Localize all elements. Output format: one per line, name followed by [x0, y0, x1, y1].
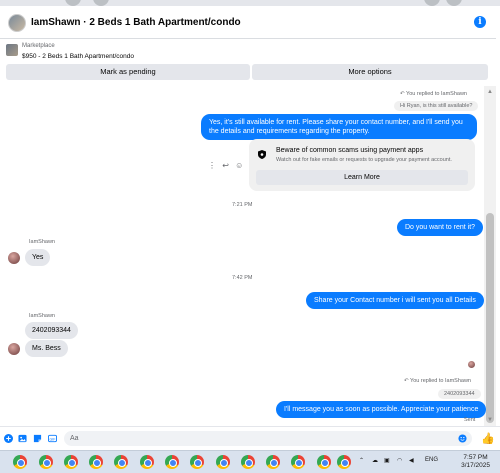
avatar[interactable] [8, 343, 20, 355]
timestamp: 7:42 PM [232, 275, 253, 281]
scam-warning-title: Beware of common scams using payment app… [276, 147, 424, 154]
more-options-button[interactable]: More options [252, 64, 488, 80]
scam-warning-description: Watch out for fake emails or requests to… [276, 157, 452, 163]
incoming-message[interactable]: Ms. Bess [25, 340, 68, 357]
chrome-icon[interactable] [165, 455, 179, 469]
chrome-icon[interactable] [241, 455, 255, 469]
learn-more-button[interactable]: Learn More [256, 170, 468, 185]
chrome-icon[interactable] [337, 455, 351, 469]
clock-time: 7:57 PM [463, 454, 488, 461]
plus-circle-icon[interactable] [4, 434, 13, 443]
info-icon[interactable]: i [474, 16, 486, 28]
seen-avatar [468, 361, 475, 368]
gif-icon[interactable]: GIF [48, 434, 57, 443]
chrome-icon[interactable] [317, 455, 331, 469]
chrome-icon[interactable] [190, 455, 204, 469]
mark-pending-button[interactable]: Mark as pending [6, 64, 250, 80]
chrome-icon[interactable] [140, 455, 154, 469]
message-composer: GIF Aa 👍 [0, 426, 500, 450]
sender-name: IamShawn [29, 239, 55, 245]
reply-indicator: ↶ You replied to IamShawn [400, 91, 467, 97]
listing-source: Marketplace [22, 43, 55, 49]
cloud-icon[interactable]: ☁ [372, 457, 378, 464]
listing-title[interactable]: $950 - 2 Beds 1 Bath Apartment/condo [22, 53, 134, 60]
emoji-react-icon[interactable]: ☺ [235, 161, 243, 170]
scrollbar-thumb[interactable] [486, 213, 494, 423]
conversation-header: IamShawn · 2 Beds 1 Bath Apartment/condo… [0, 6, 496, 39]
chrome-icon[interactable] [64, 455, 78, 469]
chrome-icon[interactable] [13, 455, 27, 469]
scroll-down-icon[interactable]: ▼ [486, 416, 494, 424]
chrome-icon[interactable] [216, 455, 230, 469]
incoming-message[interactable]: 2402093344 [25, 322, 78, 339]
speaker-icon[interactable]: ◀ [409, 457, 414, 464]
chrome-icon[interactable] [39, 455, 53, 469]
svg-text:GIF: GIF [50, 437, 57, 441]
image-icon[interactable] [18, 434, 27, 443]
reply-indicator: ↶ You replied to IamShawn [404, 378, 471, 384]
listing-avatar[interactable] [8, 14, 26, 32]
conversation-title[interactable]: IamShawn · 2 Beds 1 Bath Apartment/condo [31, 17, 241, 28]
avatar[interactable] [8, 252, 20, 264]
chrome-icon[interactable] [89, 455, 103, 469]
system-clock[interactable]: 7:57 PM 3/17/2025 [461, 454, 490, 470]
more-icon[interactable]: ⋮ [208, 161, 216, 170]
outgoing-message[interactable]: Do you want to rent it? [397, 219, 484, 236]
show-hidden-icons-icon[interactable]: ⌃ [359, 457, 364, 464]
os-taskbar: ⌃ ☁ ▣ ◠ ◀ ENG 7:57 PM 3/17/2025 [0, 450, 500, 473]
message-input[interactable]: Aa [64, 431, 472, 446]
chrome-icon[interactable] [266, 455, 280, 469]
timestamp: 7:21 PM [232, 202, 253, 208]
incoming-message[interactable]: Yes [25, 249, 51, 266]
outgoing-message[interactable]: I'll message you as soon as possible. Ap… [276, 401, 487, 418]
shield-icon [258, 150, 266, 159]
clock-date: 3/17/2025 [461, 462, 490, 469]
listing-thumbnail[interactable] [6, 44, 18, 56]
sender-name: IamShawn [29, 313, 55, 319]
reply-icon[interactable]: ↩ [222, 161, 229, 170]
scroll-up-icon[interactable]: ▲ [486, 88, 494, 96]
emoji-icon[interactable] [458, 434, 467, 443]
quoted-message[interactable]: Hi Ryan, is this still available? [394, 101, 479, 111]
chrome-icon[interactable] [291, 455, 305, 469]
message-actions: ⋮ ↩ ☺ [208, 161, 247, 170]
chrome-icon[interactable] [114, 455, 128, 469]
like-icon[interactable]: 👍 [481, 432, 495, 445]
camera-icon[interactable]: ▣ [384, 457, 390, 464]
outgoing-message[interactable]: Share your Contact number i will sent yo… [306, 292, 484, 309]
wifi-icon[interactable]: ◠ [397, 457, 402, 464]
outgoing-message[interactable]: Yes, it's still available for rent. Plea… [201, 114, 477, 140]
language-indicator[interactable]: ENG [425, 457, 438, 463]
sticker-icon[interactable] [33, 434, 42, 443]
sent-status: Sent [464, 417, 476, 423]
quoted-message[interactable]: 2402093344 [438, 389, 481, 399]
scam-warning-card: Beware of common scams using payment app… [249, 139, 475, 191]
